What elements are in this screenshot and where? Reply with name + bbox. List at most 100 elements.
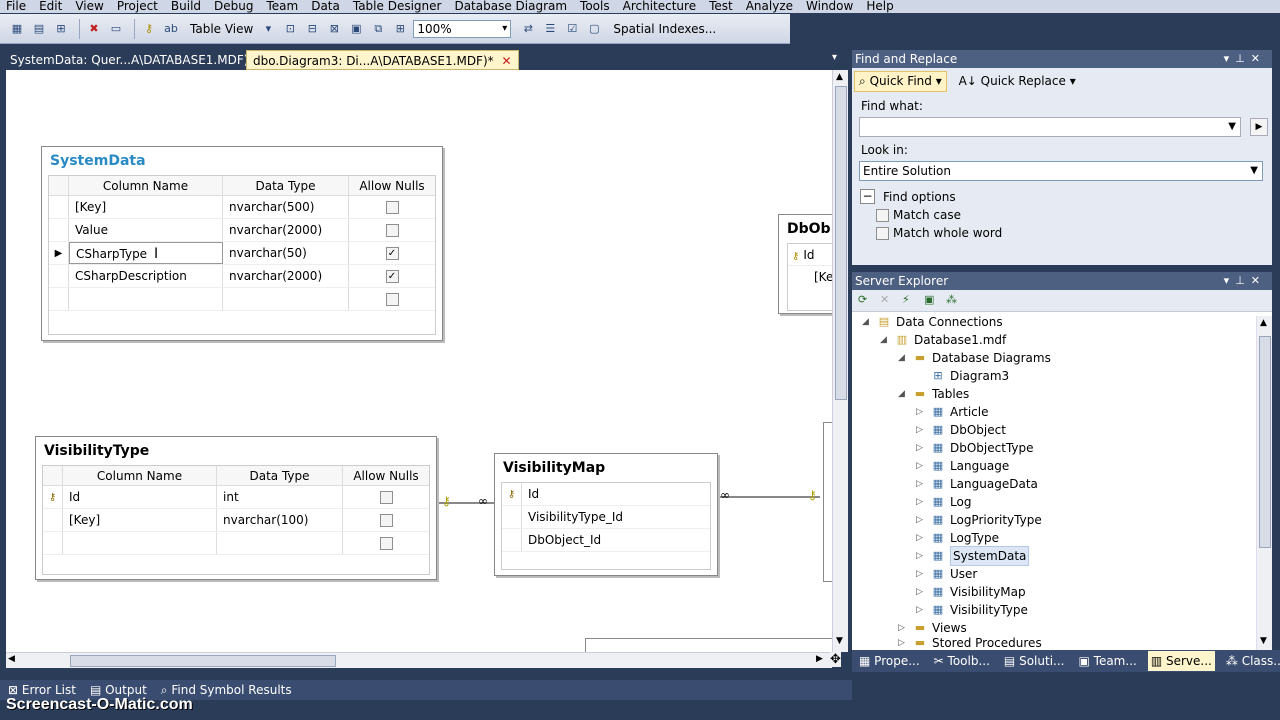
table-partial[interactable] bbox=[823, 422, 832, 582]
connect-database-icon[interactable]: ⚡ bbox=[902, 293, 920, 309]
rename-icon[interactable]: ab bbox=[162, 20, 180, 38]
allow-nulls-checkbox[interactable]: ✓ bbox=[385, 247, 399, 260]
table-row[interactable] bbox=[43, 532, 429, 555]
refresh-icon[interactable]: ⟳ bbox=[858, 293, 876, 309]
tree-node-tables[interactable]: ◢ ▬ Tables bbox=[898, 385, 969, 403]
add-related-icon[interactable]: ⊞ bbox=[52, 20, 70, 38]
column-name-cell[interactable]: [Key] bbox=[63, 509, 217, 531]
find-what-input[interactable]: ▼ bbox=[859, 117, 1241, 137]
row-selector[interactable] bbox=[49, 219, 69, 241]
tab-output[interactable]: ▤ Output bbox=[90, 683, 147, 697]
data-type-cell[interactable]: nvarchar(2000) bbox=[223, 219, 349, 241]
vertical-scrollbar[interactable]: ▲ ▼ bbox=[1256, 316, 1272, 650]
tree-node-database-diagrams[interactable]: ◢ ▬ Database Diagrams bbox=[898, 349, 1051, 367]
match-case-checkbox[interactable] bbox=[876, 208, 889, 222]
arrange-tables-icon[interactable]: ⊠ bbox=[325, 20, 343, 38]
data-type-cell[interactable]: nvarchar(2000) bbox=[223, 265, 349, 287]
column-name-cell[interactable]: CSharpDescription bbox=[69, 265, 223, 287]
table-visibilitymap[interactable]: VisibilityMap ⚷ Id VisibilityType_Id DbOb… bbox=[494, 453, 718, 576]
tree-node-article[interactable]: ▷ ▦ Article bbox=[916, 403, 989, 421]
current-row-arrow-icon[interactable]: ▶ bbox=[49, 242, 69, 264]
tree-node-data-connections[interactable]: ◢ ▤ Data Connections bbox=[862, 313, 1003, 331]
table-title[interactable]: VisibilityMap bbox=[495, 454, 717, 478]
panel-buttons[interactable]: ▾⊥✕ bbox=[1224, 50, 1266, 68]
menu-analyze[interactable]: Analyze bbox=[746, 0, 793, 13]
column-name-cell[interactable]: VisibilityType_Id bbox=[522, 506, 623, 528]
spatial-indexes-icon[interactable]: ▢ bbox=[585, 20, 603, 38]
spatial-indexes-button[interactable]: Spatial Indexes... bbox=[613, 22, 716, 36]
row-selector[interactable] bbox=[49, 288, 69, 310]
relationship-line[interactable] bbox=[720, 496, 820, 498]
menu-project[interactable]: Project bbox=[117, 0, 158, 13]
tab-team-explorer[interactable]: ▣ Team... bbox=[1075, 651, 1139, 671]
data-type-cell[interactable]: int bbox=[217, 486, 343, 508]
zoom-select[interactable]: 100% bbox=[413, 19, 512, 38]
column-name-cell[interactable]: Id bbox=[63, 486, 217, 508]
menu-window[interactable]: Window bbox=[806, 0, 853, 13]
arrange-icon[interactable]: ⊡ bbox=[281, 20, 299, 38]
table-row[interactable]: ⚷ Id int bbox=[43, 486, 429, 509]
data-type-cell[interactable]: nvarchar(100) bbox=[217, 509, 343, 531]
scroll-thumb[interactable] bbox=[1259, 336, 1271, 548]
table-row[interactable]: VisibilityType_Id bbox=[502, 506, 710, 529]
menu-database-diagram[interactable]: Database Diagram bbox=[454, 0, 567, 13]
table-title[interactable]: VisibilityType bbox=[36, 437, 436, 461]
scroll-left-icon[interactable]: ◀ bbox=[8, 654, 15, 664]
tree-node-visibilitytype[interactable]: ▷ ▦ VisibilityType bbox=[916, 601, 1028, 619]
chevron-down-icon[interactable]: ▼ bbox=[1250, 162, 1258, 180]
primary-key-icon[interactable]: ⚷ bbox=[140, 20, 158, 38]
tree-node-database1[interactable]: ◢ ▥ Database1.mdf bbox=[880, 331, 1006, 349]
column-grid[interactable]: Column Name Data Type Allow Nulls [Key] … bbox=[48, 175, 436, 335]
tab-solution-explorer[interactable]: ▤ Soluti... bbox=[1001, 651, 1068, 671]
menu-help[interactable]: Help bbox=[866, 0, 893, 13]
table-view-dropdown[interactable]: Table View bbox=[190, 22, 253, 36]
table-partial[interactable] bbox=[585, 638, 832, 652]
allow-nulls-checkbox[interactable] bbox=[379, 537, 393, 550]
vertical-scrollbar[interactable]: ▲ ▼ bbox=[832, 70, 848, 652]
scroll-down-icon[interactable]: ▼ bbox=[1260, 636, 1267, 646]
column-grid[interactable]: ⚷ Id VisibilityType_Id DbObject_Id bbox=[501, 482, 711, 570]
match-whole-word-checkbox[interactable] bbox=[876, 226, 889, 240]
row-selector[interactable] bbox=[502, 506, 522, 528]
scroll-thumb[interactable] bbox=[835, 86, 847, 400]
chevron-down-icon[interactable]: ▾ bbox=[832, 52, 837, 63]
panel-buttons[interactable]: ▾⊥✕ bbox=[1224, 272, 1266, 290]
allow-nulls-checkbox[interactable] bbox=[379, 514, 393, 527]
table-row[interactable]: [Key] nvarchar(100) bbox=[43, 509, 429, 532]
allow-nulls-checkbox[interactable] bbox=[379, 491, 393, 504]
table-title[interactable]: SystemData bbox=[42, 147, 442, 171]
tree-node-diagram3[interactable]: ⊞ Diagram3 bbox=[916, 367, 1009, 385]
tree-node-visibilitymap[interactable]: ▷ ▦ VisibilityMap bbox=[916, 583, 1026, 601]
table-row[interactable]: [Key] nvarchar(500) bbox=[49, 196, 435, 219]
relationships-icon[interactable]: ⇄ bbox=[519, 20, 537, 38]
scroll-down-icon[interactable]: ▼ bbox=[836, 636, 843, 646]
table-row[interactable]: Value nvarchar(2000) bbox=[49, 219, 435, 242]
data-type-cell[interactable]: nvarchar(50) bbox=[223, 242, 349, 264]
tab-properties[interactable]: ▦ Prope... bbox=[856, 651, 923, 671]
scroll-up-icon[interactable]: ▲ bbox=[836, 72, 843, 82]
tree-node-dbobject[interactable]: ▷ ▦ DbObject bbox=[916, 421, 1006, 439]
allow-nulls-checkbox[interactable] bbox=[385, 201, 399, 214]
row-selector[interactable] bbox=[49, 265, 69, 287]
allow-nulls-checkbox[interactable] bbox=[385, 224, 399, 237]
menu-table-designer[interactable]: Table Designer bbox=[353, 0, 442, 13]
tab-class-view[interactable]: ⁂ Class... bbox=[1223, 651, 1280, 671]
menu-view[interactable]: View bbox=[75, 0, 103, 13]
find-options-toggle[interactable]: − Find options bbox=[860, 189, 1272, 204]
delete-table-icon[interactable]: ✖ bbox=[85, 20, 103, 38]
table-dbobject[interactable]: DbOb ⚷ Id [Ke bbox=[778, 214, 832, 314]
tree-node-views[interactable]: ▷ ▬ Views bbox=[898, 619, 967, 637]
menu-debug[interactable]: Debug bbox=[214, 0, 253, 13]
new-table-icon[interactable]: ▦ bbox=[8, 20, 26, 38]
find-expression-icon[interactable]: ▶ bbox=[1250, 118, 1268, 136]
sharepoint-icon[interactable]: ⁂ bbox=[946, 293, 964, 309]
show-relationship-icon[interactable]: ⊞ bbox=[391, 20, 409, 38]
column-name-cell[interactable]: [Key] bbox=[69, 196, 223, 218]
collapse-icon[interactable]: − bbox=[860, 189, 875, 204]
tab-server-explorer[interactable]: ▥ Serve... bbox=[1147, 651, 1215, 671]
quick-replace-button[interactable]: A↓ Quick Replace ▾ bbox=[955, 72, 1080, 90]
chevron-down-icon[interactable]: ▼ bbox=[1228, 118, 1236, 136]
menu-edit[interactable]: Edit bbox=[39, 0, 62, 13]
row-selector[interactable] bbox=[502, 529, 522, 551]
connect-server-icon[interactable]: ▣ bbox=[924, 293, 942, 309]
